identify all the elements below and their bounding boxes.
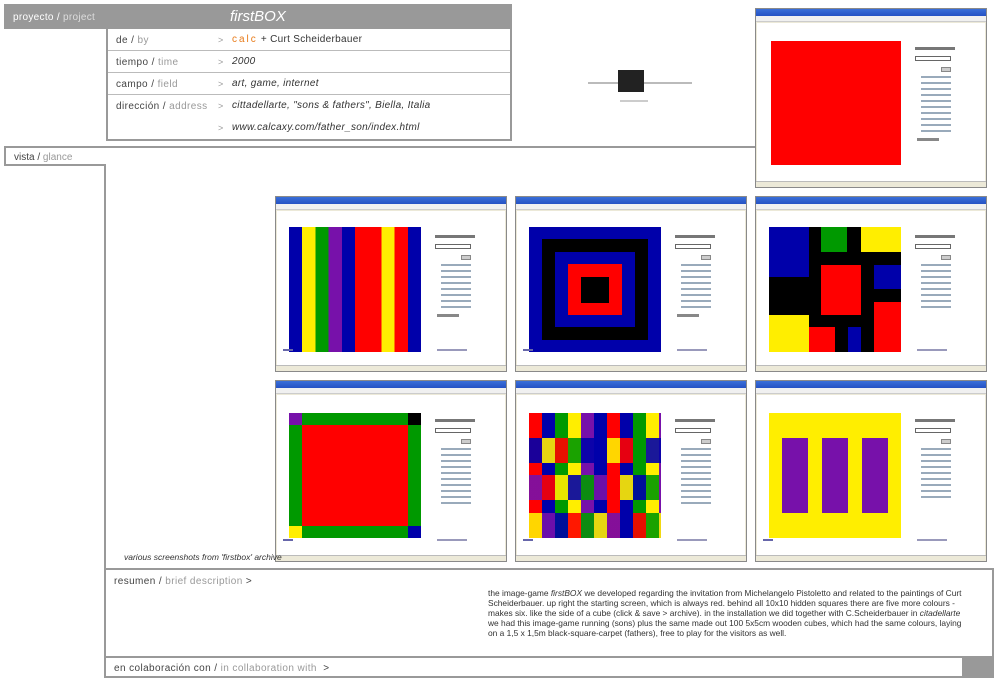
screenshot-mosaic[interactable]: [515, 380, 747, 562]
project-label-en: project: [63, 12, 96, 23]
row-by: de / by > calc + Curt Scheiderbauer: [108, 29, 510, 51]
stripes-canvas: [289, 227, 421, 352]
corner-block: [962, 656, 994, 678]
collaboration-section: en colaboración con / in collaboration w…: [104, 656, 962, 678]
label-field: campo / field: [116, 79, 178, 90]
label-time: tiempo / time: [116, 57, 179, 68]
concentric-canvas: [529, 227, 661, 352]
info-table: de / by > calc + Curt Scheiderbauer tiem…: [106, 29, 512, 141]
red-canvas: [771, 41, 901, 165]
value-address: cittadellarte, "sons & fathers", Biella,…: [232, 100, 431, 111]
browser-page: [757, 23, 985, 181]
window-titlebar: [756, 9, 986, 16]
screenshot-mondrian[interactable]: [755, 196, 987, 372]
project-label: proyecto / project: [4, 4, 106, 29]
screenshot-stripes[interactable]: [275, 196, 507, 372]
frame-canvas: [289, 413, 421, 538]
screenshot-start[interactable]: [755, 8, 987, 188]
address-link[interactable]: www.calcaxy.com/father_son/index.html: [232, 122, 420, 133]
divider: [992, 568, 994, 656]
calc-link[interactable]: calc: [232, 34, 258, 45]
page-title: firstBOX: [106, 4, 512, 29]
screenshot-frame[interactable]: [275, 380, 507, 562]
bars-canvas: [769, 413, 901, 538]
screenshot-concentric[interactable]: [515, 196, 747, 372]
archive-caption: various screenshots from 'firstbox' arch…: [124, 552, 282, 562]
arrow-icon: >: [218, 35, 224, 45]
summary-label: resumen / brief description >: [114, 576, 253, 587]
arrow-icon: >: [218, 101, 224, 111]
arrow-icon: >: [218, 123, 224, 133]
divider: [106, 146, 756, 148]
value-field: art, game, internet: [232, 78, 319, 89]
project-label-es: proyecto: [13, 12, 54, 23]
screenshot-bars[interactable]: [755, 380, 987, 562]
collaboration-label: en colaboración con / in collaboration w…: [114, 663, 330, 674]
row-field: campo / field > art, game, internet: [108, 73, 510, 95]
divider: [104, 164, 106, 570]
black-square: [618, 70, 644, 92]
mosaic-canvas: [529, 413, 661, 538]
thumbnail-link-line: [620, 100, 648, 102]
row-time: tiempo / time > 2000: [108, 51, 510, 73]
summary-text: the image-game firstBOX we developed reg…: [488, 588, 962, 638]
mondrian-canvas: [769, 227, 901, 352]
glance-label: vista / glance: [4, 146, 106, 166]
row-address: dirección / address > cittadellarte, "so…: [108, 95, 510, 139]
arrow-icon: >: [218, 79, 224, 89]
label-by: de / by: [116, 35, 149, 46]
start-screen-thumbnail[interactable]: [588, 70, 692, 106]
address-bar: [756, 16, 986, 22]
value-by[interactable]: calc + Curt Scheiderbauer: [232, 34, 362, 45]
label-address: dirección / address: [116, 101, 208, 112]
archive-sidebar: [915, 47, 965, 141]
status-bar: [756, 181, 986, 187]
arrow-icon: >: [218, 57, 224, 67]
value-time: 2000: [232, 56, 256, 67]
